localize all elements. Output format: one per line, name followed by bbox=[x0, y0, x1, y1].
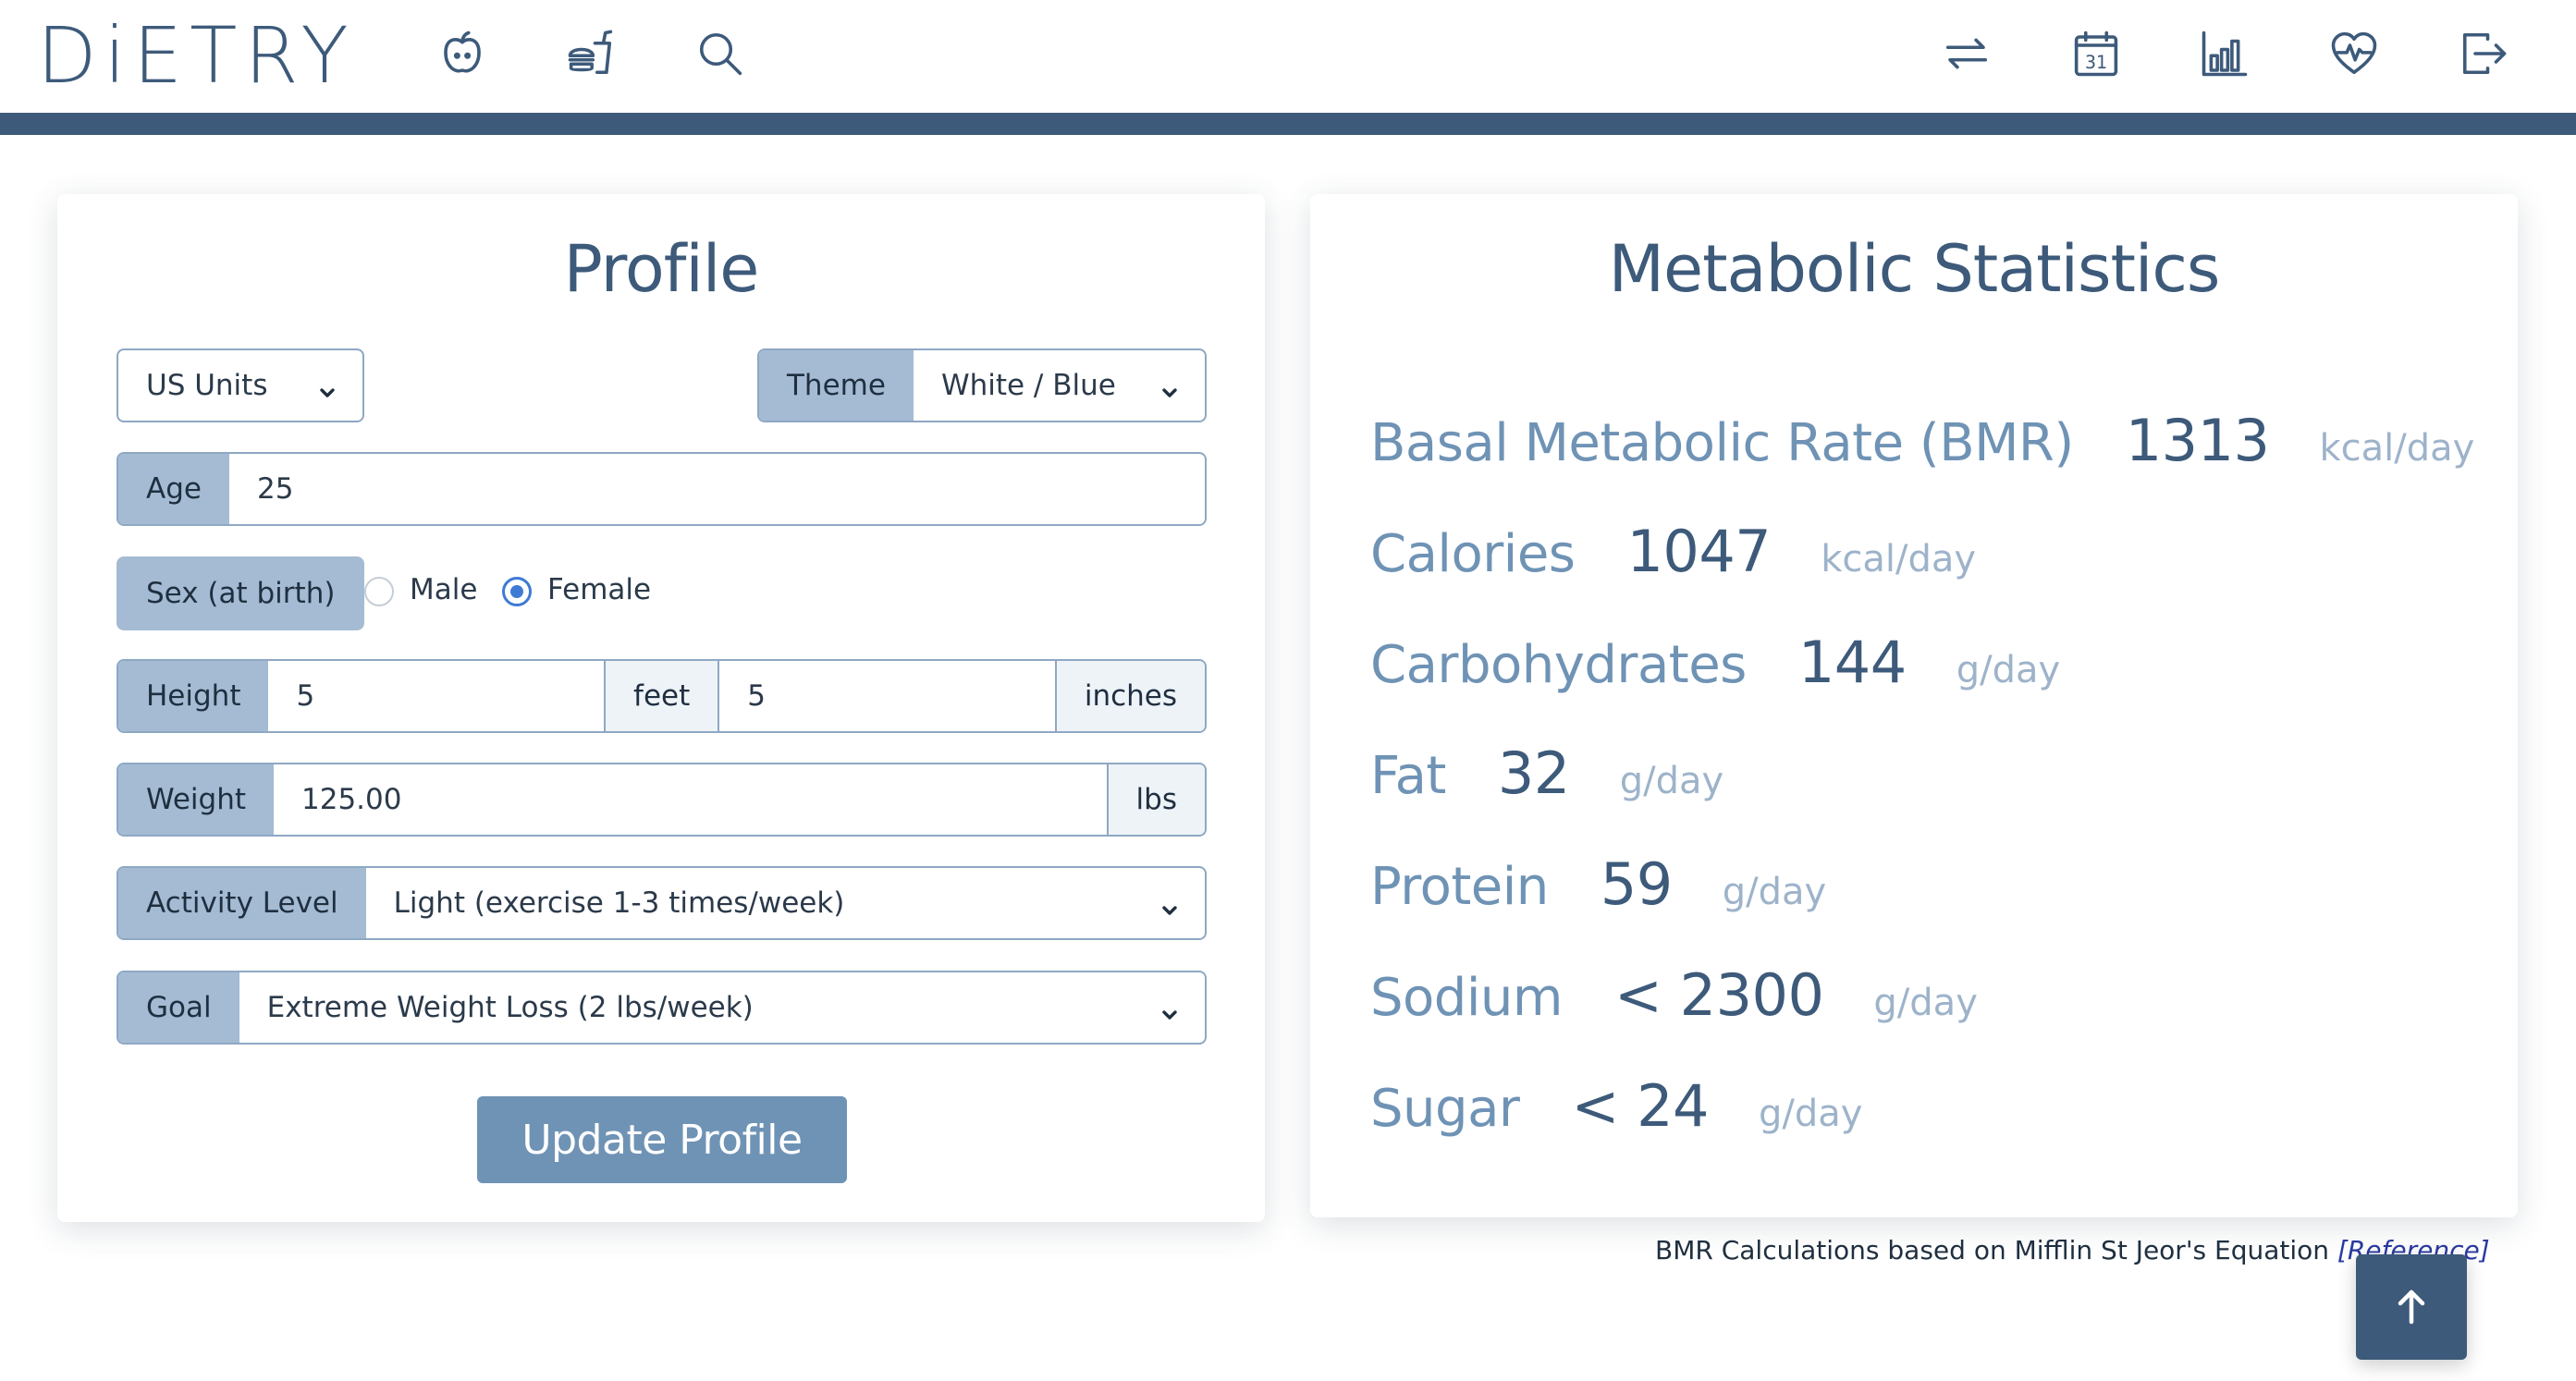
height-inches-input[interactable]: 5 bbox=[718, 661, 1055, 731]
goal-group: Goal Extreme Weight Loss (2 lbs/week) bbox=[117, 971, 1207, 1045]
stat-unit: kcal/day bbox=[2319, 427, 2475, 470]
chevron-down-icon bbox=[1160, 998, 1179, 1020]
stat-value: < 2300 bbox=[1613, 961, 1824, 1029]
height-feet-input[interactable]: 5 bbox=[268, 661, 604, 731]
theme-label: Theme bbox=[759, 350, 914, 421]
stat-value: 32 bbox=[1497, 739, 1570, 807]
sex-radio-female[interactable] bbox=[502, 577, 532, 606]
units-select-value: US Units bbox=[146, 369, 268, 402]
chevron-down-icon bbox=[1160, 894, 1179, 915]
stat-row-calories: Calories 1047 kcal/day bbox=[1370, 518, 1976, 585]
height-group: Height 5 feet 5 inches bbox=[117, 659, 1207, 733]
bar-chart-icon[interactable] bbox=[2200, 26, 2250, 81]
stat-unit: g/day bbox=[1722, 871, 1827, 913]
stat-value: 144 bbox=[1797, 629, 1907, 696]
calendar-day: 31 bbox=[2085, 52, 2107, 73]
sex-radio-male[interactable] bbox=[364, 577, 394, 606]
theme-group: Theme White / Blue bbox=[757, 348, 1207, 422]
stat-unit: g/day bbox=[1873, 982, 1978, 1024]
weight-group: Weight 125.00 lbs bbox=[117, 763, 1207, 837]
app-logo[interactable]: DiETRY bbox=[37, 17, 356, 94]
profile-title: Profile bbox=[563, 231, 760, 307]
sex-radio-female-label[interactable]: Female bbox=[547, 573, 651, 606]
chevron-down-icon bbox=[1160, 376, 1179, 397]
age-input[interactable]: 25 bbox=[229, 454, 1205, 524]
stat-unit: g/day bbox=[1619, 760, 1724, 802]
heart-pulse-icon[interactable] bbox=[2329, 26, 2379, 81]
sex-label: Sex (at birth) bbox=[117, 556, 365, 630]
stat-row-carbohydrates: Carbohydrates 144 g/day bbox=[1370, 629, 2060, 696]
weight-unit: lbs bbox=[1106, 764, 1205, 835]
goal-select-value: Extreme Weight Loss (2 lbs/week) bbox=[266, 991, 754, 1024]
activity-select-value: Light (exercise 1-3 times/week) bbox=[393, 886, 845, 920]
stats-title: Metabolic Statistics bbox=[1608, 231, 2221, 307]
arrow-up-icon bbox=[2398, 1289, 2425, 1325]
stat-row-sugar: Sugar < 24 g/day bbox=[1370, 1072, 1862, 1140]
stat-value: 59 bbox=[1600, 850, 1673, 918]
stat-value: 1313 bbox=[2125, 407, 2270, 474]
sex-radio-male-label[interactable]: Male bbox=[410, 573, 477, 606]
stat-row-bmr: Basal Metabolic Rate (BMR) 1313 kcal/day bbox=[1370, 407, 2474, 474]
stat-name: Protein bbox=[1370, 857, 1549, 917]
metabolic-stats-card: Metabolic Statistics bbox=[1310, 194, 2518, 1217]
stat-row-sodium: Sodium < 2300 g/day bbox=[1370, 961, 1978, 1029]
age-label: Age bbox=[118, 454, 229, 524]
stat-name: Carbohydrates bbox=[1370, 635, 1747, 695]
chevron-down-icon bbox=[318, 376, 337, 397]
stat-name: Sodium bbox=[1370, 968, 1563, 1028]
top-navbar: DiETRY 31 bbox=[0, 0, 2576, 113]
units-select[interactable]: US Units bbox=[117, 348, 364, 422]
stat-row-fat: Fat 32 g/day bbox=[1370, 739, 1723, 807]
stat-row-protein: Protein 59 g/day bbox=[1370, 850, 1826, 918]
burger-drink-icon[interactable] bbox=[566, 26, 616, 81]
height-feet-unit: feet bbox=[604, 661, 718, 731]
goal-select[interactable]: Extreme Weight Loss (2 lbs/week) bbox=[239, 972, 1205, 1043]
theme-select-value: White / Blue bbox=[940, 369, 1116, 402]
weight-label: Weight bbox=[118, 764, 275, 835]
stat-name: Fat bbox=[1370, 746, 1446, 806]
activity-group: Activity Level Light (exercise 1-3 times… bbox=[117, 866, 1207, 940]
logout-icon[interactable] bbox=[2459, 26, 2509, 81]
stat-value: < 24 bbox=[1571, 1072, 1709, 1140]
update-profile-button[interactable]: Update Profile bbox=[477, 1096, 847, 1183]
stat-value: 1047 bbox=[1626, 518, 1772, 585]
search-icon[interactable] bbox=[695, 26, 745, 81]
age-group: Age 25 bbox=[117, 452, 1207, 526]
stat-unit: g/day bbox=[1956, 649, 2061, 691]
theme-select[interactable]: White / Blue bbox=[914, 350, 1205, 421]
footnote-text: BMR Calculations based on Mifflin St Jeo… bbox=[1655, 1235, 2330, 1265]
swap-icon[interactable] bbox=[1942, 26, 1992, 81]
stat-unit: g/day bbox=[1759, 1093, 1863, 1135]
height-inches-unit: inches bbox=[1054, 661, 1205, 731]
stat-name: Calories bbox=[1370, 524, 1576, 584]
stat-name: Basal Metabolic Rate (BMR) bbox=[1370, 413, 2074, 473]
goal-label: Goal bbox=[118, 972, 239, 1043]
weight-input[interactable]: 125.00 bbox=[274, 764, 1107, 835]
calendar-icon[interactable]: 31 bbox=[2071, 26, 2121, 81]
activity-select[interactable]: Light (exercise 1-3 times/week) bbox=[366, 868, 1205, 938]
navbar-stripe bbox=[0, 113, 2576, 135]
activity-label: Activity Level bbox=[118, 868, 366, 938]
scroll-to-top-button[interactable] bbox=[2356, 1254, 2467, 1360]
height-label: Height bbox=[118, 661, 269, 731]
stat-unit: kcal/day bbox=[1821, 538, 1977, 581]
apple-icon[interactable] bbox=[437, 26, 487, 81]
stat-name: Sugar bbox=[1370, 1079, 1520, 1139]
